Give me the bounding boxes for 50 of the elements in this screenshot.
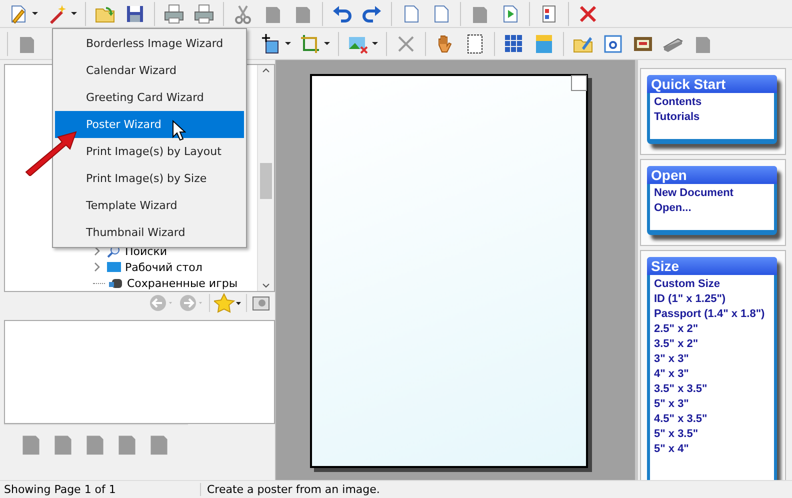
menu-item[interactable]: Print Image(s) by Size <box>55 165 244 192</box>
panel-title: Size <box>647 257 777 275</box>
dropdown-arrow-icon[interactable] <box>32 12 38 15</box>
games-folder-icon <box>108 276 124 290</box>
dropdown-arrow-icon[interactable] <box>324 42 330 45</box>
grid-icon[interactable] <box>503 32 525 54</box>
dropdown-arrow-icon[interactable] <box>71 12 77 15</box>
mouse-cursor-icon <box>172 120 186 142</box>
panel-link[interactable]: ID (1" x 1.25") <box>654 292 726 307</box>
panel-title: Open <box>647 166 777 184</box>
crop-icon[interactable] <box>299 32 321 54</box>
panel-link[interactable]: 5" x 4" <box>654 442 689 457</box>
panel-link[interactable]: Tutorials <box>654 110 700 125</box>
camera-icon[interactable] <box>251 294 271 312</box>
printer-icon[interactable] <box>193 2 215 24</box>
image-panel-icon[interactable] <box>533 32 555 54</box>
menu-item[interactable]: Template Wizard <box>55 192 244 219</box>
text-box-icon[interactable] <box>602 32 624 54</box>
panel-link[interactable]: Contents <box>654 95 702 110</box>
menu-item[interactable]: Borderless Image Wizard <box>55 30 244 57</box>
panel-link[interactable]: Custom Size <box>654 277 720 292</box>
menu-item[interactable]: Calendar Wizard <box>55 57 244 84</box>
scissors-icon[interactable] <box>232 2 254 24</box>
panel-title: Quick Start <box>647 75 777 93</box>
panel-link[interactable]: Passport (1.4" x 1.8") <box>654 307 765 322</box>
menu-item[interactable]: Poster Wizard <box>55 111 244 138</box>
panel-link[interactable]: 3.5" x 2" <box>654 337 698 352</box>
panel-link[interactable]: 4.5" x 3.5" <box>654 412 708 427</box>
dropdown-arrow-icon[interactable] <box>285 42 291 45</box>
menu-item[interactable]: Thumbnail Wizard <box>55 219 244 246</box>
panel-link[interactable]: 3" x 3" <box>654 352 689 367</box>
tree-item[interactable]: Сохраненные игры <box>127 276 238 290</box>
desktop-folder-icon <box>106 260 122 274</box>
scrollbar[interactable] <box>257 65 274 291</box>
favorites-star-icon[interactable] <box>214 293 242 313</box>
menu-item[interactable]: Greeting Card Wizard <box>55 84 244 111</box>
panel-link[interactable]: 2.5" x 2" <box>654 322 698 337</box>
panel-link[interactable]: New Document <box>654 186 734 201</box>
printer-icon[interactable] <box>163 2 185 24</box>
panel-link[interactable]: 4" x 3" <box>654 367 689 382</box>
panel-link[interactable]: 3.5" x 3.5" <box>654 382 708 397</box>
panel-link[interactable]: Open... <box>654 201 692 216</box>
tree-item[interactable]: Рабочий стол <box>125 260 202 274</box>
panel-link[interactable]: 5" x 3" <box>654 397 689 412</box>
menu-item[interactable]: Print Image(s) by Layout <box>55 138 244 165</box>
panel-link[interactable]: 5" x 3.5" <box>654 427 698 442</box>
scroll-thumb[interactable] <box>260 163 272 199</box>
dropdown-arrow-icon[interactable] <box>372 42 378 45</box>
status-hint: Create a poster from an image. <box>200 483 380 496</box>
page-status: Showing Page 1 of 1 <box>3 483 117 496</box>
